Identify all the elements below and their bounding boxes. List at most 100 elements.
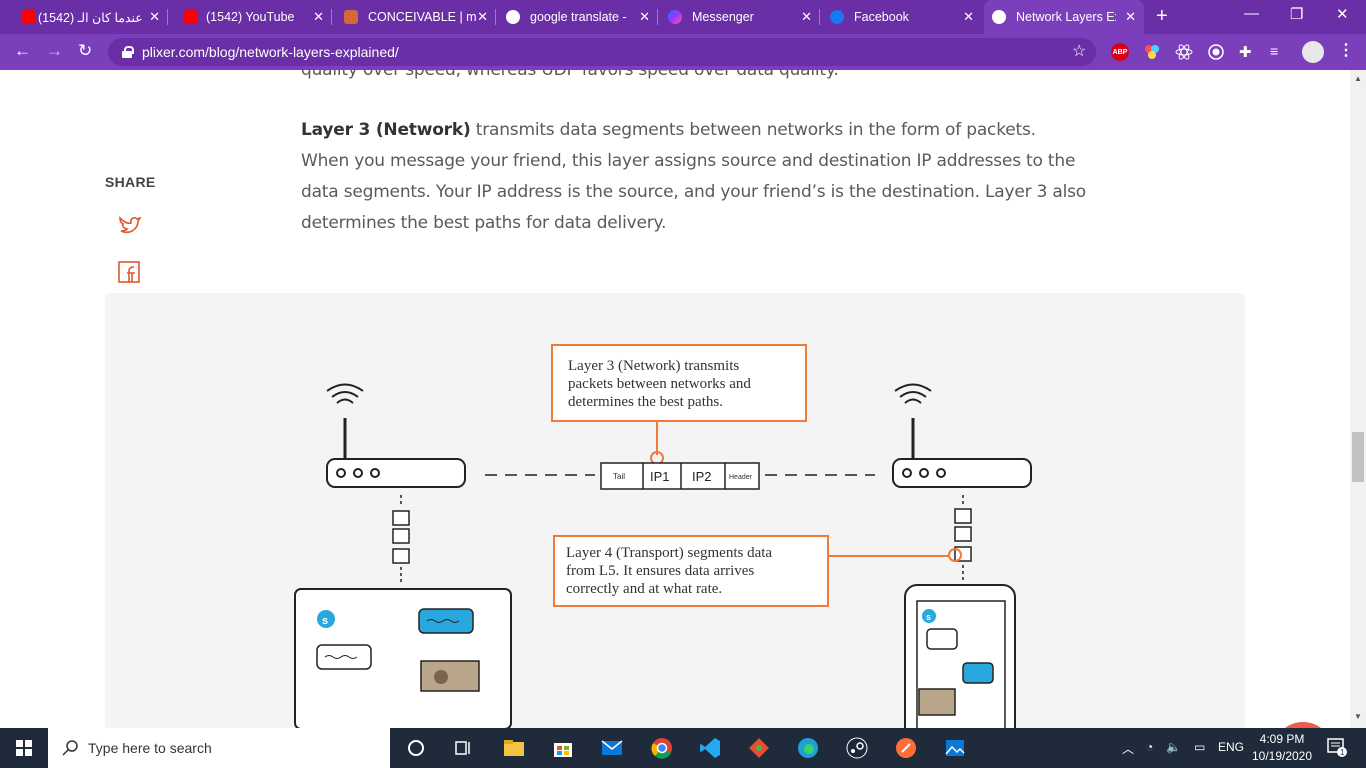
facebook-icon xyxy=(830,10,844,24)
callout-layer3-line: Layer 3 (Network) transmits xyxy=(568,358,739,374)
new-tab-button[interactable]: + xyxy=(1156,5,1168,28)
react-devtools-icon[interactable] xyxy=(1175,43,1193,61)
tab-messenger[interactable]: Messenger ✕ xyxy=(660,0,820,34)
task-view-icon[interactable] xyxy=(452,736,476,760)
youtube-icon xyxy=(184,10,198,24)
router-left xyxy=(326,383,466,488)
search-icon xyxy=(62,739,80,760)
store-icon[interactable] xyxy=(551,736,575,760)
plixer-icon xyxy=(992,10,1006,24)
steam-icon[interactable] xyxy=(845,736,869,760)
network-diagram-figure: Layer 3 (Network) transmits packets betw… xyxy=(105,293,1245,728)
web-page: quality over speed, whereas UDP favors s… xyxy=(0,70,1350,728)
profile-avatar[interactable] xyxy=(1302,41,1324,63)
article-paragraph-line: Layer 3 (Network) transmits data segment… xyxy=(301,120,1036,140)
media-queue-icon[interactable]: ≡ xyxy=(1270,43,1288,61)
segments-left xyxy=(392,495,410,583)
close-tab-icon[interactable]: ✕ xyxy=(963,9,974,25)
edge-icon[interactable] xyxy=(796,736,820,760)
color-extension-icon[interactable] xyxy=(1143,43,1161,61)
menu-icon[interactable]: ⋮ xyxy=(1338,40,1354,60)
tab-network-layers[interactable]: Network Layers Ex ✕ xyxy=(984,0,1144,34)
callout-layer4-line: Layer 4 (Transport) segments data xyxy=(566,545,772,561)
article-paragraph-line: When you message your friend, this layer… xyxy=(301,151,1076,171)
segments-right xyxy=(954,495,972,581)
close-tab-icon[interactable]: ✕ xyxy=(1125,9,1136,25)
toolbar: ← → ↻ plixer.com/blog/network-layers-exp… xyxy=(0,34,1366,70)
google-icon xyxy=(506,10,520,24)
windows-start-icon[interactable] xyxy=(16,740,32,756)
close-tab-icon[interactable]: ✕ xyxy=(639,9,650,25)
reload-icon[interactable]: ↻ xyxy=(78,41,92,61)
conceivable-icon xyxy=(344,10,358,24)
article-paragraph-line: determines the best paths for data deliv… xyxy=(301,213,667,233)
callout-layer3-line: packets between networks and xyxy=(568,376,751,392)
volume-icon[interactable]: 🔈 xyxy=(1166,740,1181,754)
facebook-share-icon[interactable] xyxy=(117,260,141,284)
windows-taskbar: Type here to search ︿ ◔ 🔈 ▭ ENG 4:09 PM … xyxy=(0,728,1366,768)
callout-layer3-line: determines the best paths. xyxy=(568,394,723,410)
language-indicator[interactable]: ENG xyxy=(1218,740,1244,754)
tab-youtube[interactable]: (1542) YouTube ✕ xyxy=(170,0,332,34)
messenger-icon xyxy=(668,10,682,24)
forward-icon[interactable]: → xyxy=(46,41,63,61)
tab-google-translate[interactable]: google translate - ✕ xyxy=(498,0,658,34)
share-label: SHARE xyxy=(105,174,156,190)
article-paragraph-line: data segments. Your IP address is the so… xyxy=(301,182,1086,202)
scrollbar-thumb[interactable] xyxy=(1352,432,1364,482)
url-text: plixer.com/blog/network-layers-explained… xyxy=(142,44,399,60)
notifications-icon[interactable]: 1 xyxy=(1326,736,1348,761)
twitter-icon[interactable] xyxy=(117,212,142,236)
phone: s xyxy=(904,584,1016,728)
bookmark-star-icon[interactable]: ☆ xyxy=(1072,41,1086,61)
svg-text:1: 1 xyxy=(1340,748,1345,757)
tab-youtube-arabic[interactable]: (1542) عندما كان الـ ✕ xyxy=(16,0,168,34)
callout-layer4-line: from L5. It ensures data arrives xyxy=(566,563,754,579)
close-window-button[interactable]: ✕ xyxy=(1336,5,1349,23)
postman-icon[interactable] xyxy=(894,736,918,760)
photos-icon[interactable] xyxy=(943,736,967,760)
packet-ip2: IP2 xyxy=(692,469,712,484)
tab-conceivable[interactable]: CONCEIVABLE | m ✕ xyxy=(334,0,496,34)
vscode-icon[interactable] xyxy=(698,736,722,760)
input-method-icon[interactable]: ▭ xyxy=(1194,740,1205,754)
svg-text:s: s xyxy=(926,612,931,622)
record-extension-icon[interactable] xyxy=(1207,43,1225,61)
youtube-icon xyxy=(22,10,36,24)
router-right xyxy=(892,383,1032,488)
minimize-button[interactable]: — xyxy=(1244,5,1259,22)
callout-layer4-line: correctly and at what rate. xyxy=(566,581,722,597)
wifi-icon[interactable]: ◔ xyxy=(1146,740,1153,754)
article-text-cut: quality over speed, whereas UDP favors s… xyxy=(301,70,839,80)
network-diagram: Layer 3 (Network) transmits packets betw… xyxy=(294,344,1032,728)
packet: Tail IP1 IP2 Header xyxy=(600,462,760,490)
tab-facebook[interactable]: Facebook ✕ xyxy=(822,0,982,34)
adblock-plus-icon[interactable]: ABP xyxy=(1111,43,1129,61)
packet-tail: Tail xyxy=(613,472,625,481)
back-icon[interactable]: ← xyxy=(14,41,31,61)
chrome-icon[interactable] xyxy=(650,736,674,760)
laptop: s xyxy=(294,588,512,728)
clock[interactable]: 4:09 PM 10/19/2020 xyxy=(1250,731,1314,765)
close-tab-icon[interactable]: ✕ xyxy=(313,9,324,25)
maximize-button[interactable]: ❐ xyxy=(1290,5,1303,23)
mail-icon[interactable] xyxy=(600,736,624,760)
close-tab-icon[interactable]: ✕ xyxy=(801,9,812,25)
scroll-up-icon[interactable]: ▲ xyxy=(1354,74,1362,83)
packet-header: Header xyxy=(729,474,753,481)
packet-ip1: IP1 xyxy=(650,469,670,484)
svg-text:s: s xyxy=(322,615,328,627)
tray-expand-icon[interactable]: ︿ xyxy=(1122,740,1134,757)
address-bar[interactable]: plixer.com/blog/network-layers-explained… xyxy=(108,38,1096,66)
cortana-icon[interactable] xyxy=(404,736,428,760)
extensions-puzzle-icon[interactable]: ✚ xyxy=(1239,43,1257,61)
close-tab-icon[interactable]: ✕ xyxy=(149,9,160,25)
git-tool-icon[interactable] xyxy=(747,736,771,760)
close-tab-icon[interactable]: ✕ xyxy=(477,9,488,25)
file-explorer-icon[interactable] xyxy=(502,736,526,760)
vertical-scrollbar[interactable]: ▲ ▼ xyxy=(1350,70,1366,728)
scroll-down-icon[interactable]: ▼ xyxy=(1354,712,1362,721)
lock-icon xyxy=(122,46,134,58)
tab-strip: (1542) عندما كان الـ ✕ (1542) YouTube ✕ … xyxy=(0,0,1366,34)
taskbar-search-input[interactable]: Type here to search xyxy=(48,728,390,768)
